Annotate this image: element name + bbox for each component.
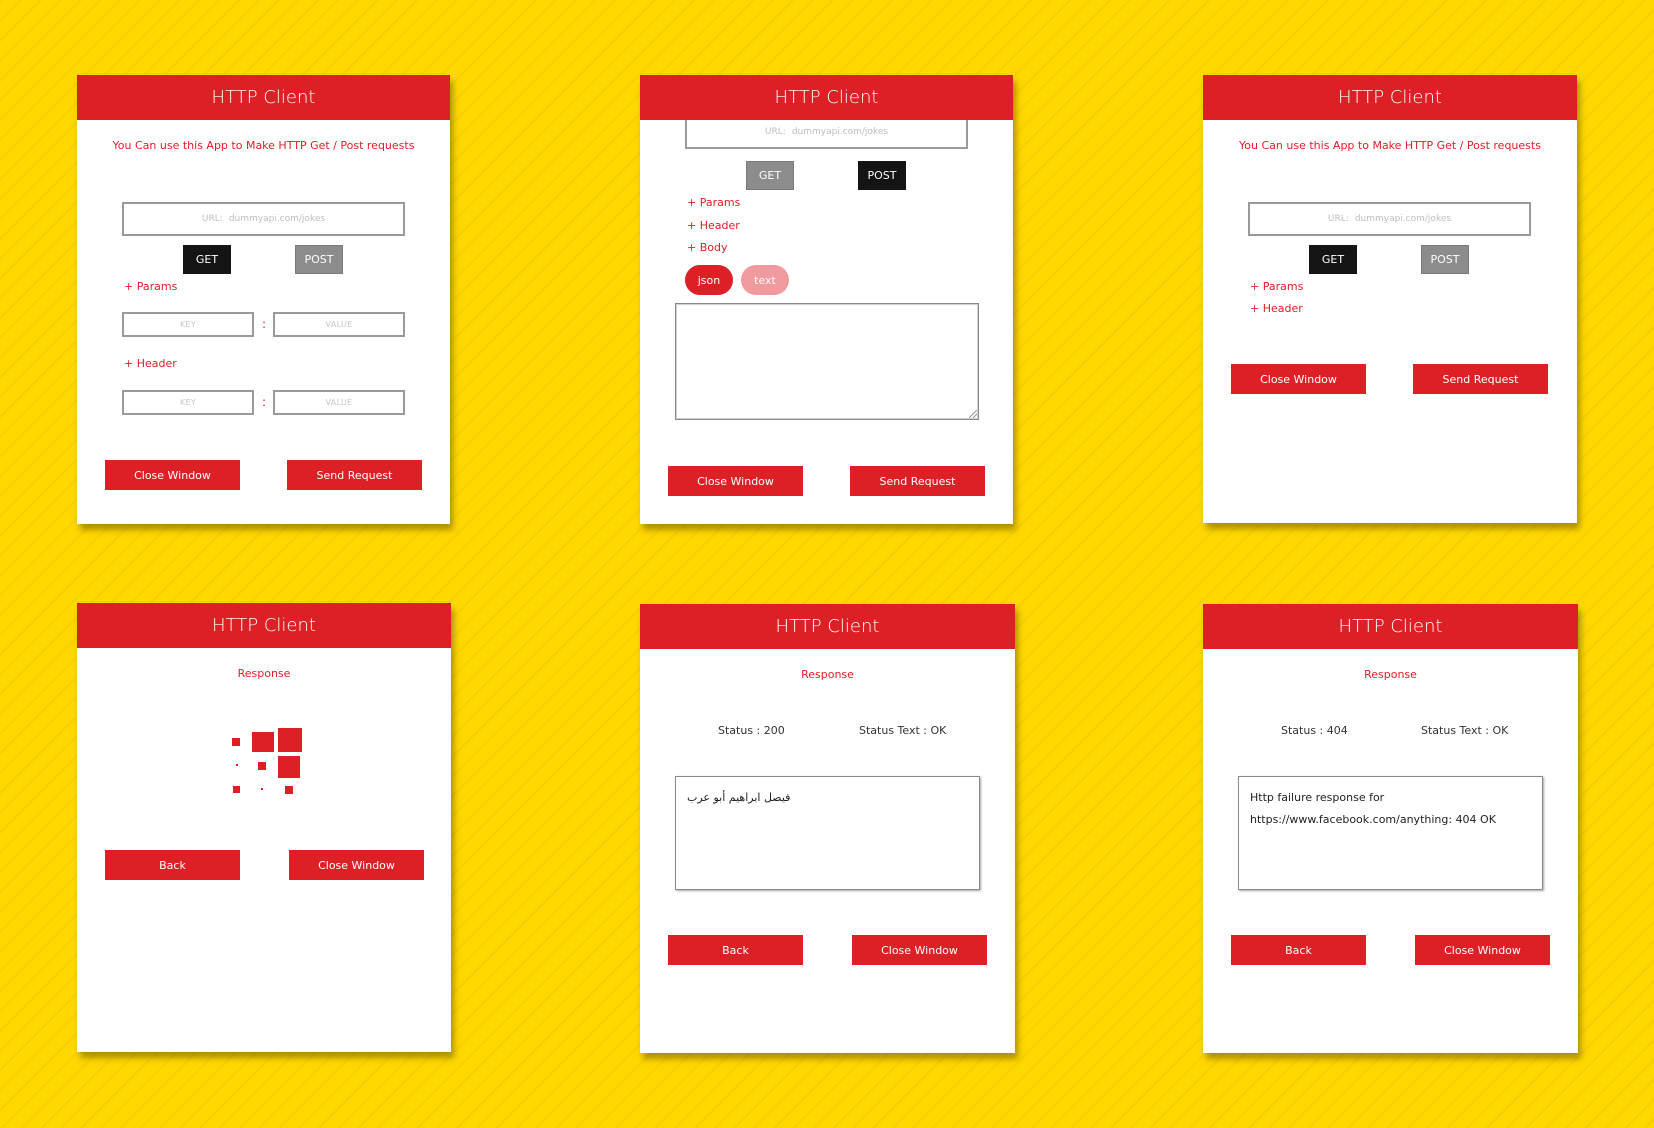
close-window-button[interactable]: Close Window [1231, 364, 1366, 394]
back-button[interactable]: Back [105, 850, 240, 880]
response-body: فيصل ابراهيم أبو عرب [675, 776, 980, 890]
resize-grip-icon[interactable] [969, 410, 977, 418]
url-placeholder-value: dummyapi.com/jokes [228, 214, 326, 224]
app-title: HTTP Client [640, 75, 1013, 120]
get-button[interactable]: GET [183, 245, 231, 274]
body-textarea[interactable] [675, 303, 979, 420]
panel-post-form: URL: dummyapi.com/jokes HTTP Client GET … [640, 75, 1013, 524]
app-title: HTTP Client [1203, 604, 1578, 649]
send-request-button[interactable]: Send Request [1413, 364, 1548, 394]
param-key-input[interactable]: KEY [122, 312, 254, 337]
url-placeholder-value: dummyapi.com/jokes [791, 127, 889, 137]
app-title: HTTP Client [640, 604, 1015, 649]
app-title: HTTP Client [77, 603, 451, 648]
url-input[interactable]: URL: dummyapi.com/jokes [122, 202, 405, 236]
post-button[interactable]: POST [295, 245, 343, 274]
status-code: Status : 200 [718, 724, 785, 737]
add-params-link[interactable]: + Params [124, 280, 177, 293]
add-params-link[interactable]: + Params [1250, 280, 1303, 293]
response-body-line1: Http failure response for [1250, 791, 1385, 804]
response-body-text: فيصل ابراهيم أبو عرب [687, 791, 791, 804]
status-text: Status Text : OK [859, 724, 947, 737]
close-window-button[interactable]: Close Window [668, 466, 803, 496]
close-window-button[interactable]: Close Window [105, 460, 240, 490]
panel-response-success: HTTP Client Response Status : 200 Status… [640, 604, 1015, 1053]
url-placeholder-label: URL: [1327, 214, 1349, 224]
header-key-input[interactable]: KEY [122, 390, 254, 415]
param-value-input[interactable]: VALUE [273, 312, 405, 337]
body-type-json[interactable]: json [685, 265, 733, 295]
panel-response-loading: HTTP Client Response Back Close Window [77, 603, 451, 1052]
url-placeholder-label: URL: [764, 127, 786, 137]
response-title: Response [237, 667, 291, 680]
header-separator: : [262, 395, 267, 409]
close-window-button[interactable]: Close Window [1415, 935, 1550, 965]
header-value-input[interactable]: VALUE [273, 390, 405, 415]
url-input[interactable]: URL: dummyapi.com/jokes [1248, 202, 1531, 236]
post-button[interactable]: POST [858, 161, 906, 190]
get-button[interactable]: GET [1309, 245, 1357, 274]
panel-get-form: HTTP Client You Can use this App to Make… [77, 75, 450, 524]
response-body-line2: https://www.facebook.com/anything: 404 O… [1250, 813, 1496, 826]
add-header-link[interactable]: + Header [687, 219, 740, 232]
panel-get-collapsed: HTTP Client You Can use this App to Make… [1203, 75, 1577, 523]
get-button[interactable]: GET [746, 161, 794, 190]
add-body-link[interactable]: + Body [687, 241, 727, 254]
close-window-button[interactable]: Close Window [289, 850, 424, 880]
loading-spinner-icon [232, 728, 304, 800]
url-placeholder-value: dummyapi.com/jokes [1354, 214, 1452, 224]
param-separator: : [262, 317, 267, 331]
status-code: Status : 404 [1281, 724, 1348, 737]
intro-text: You Can use this App to Make HTTP Get / … [112, 139, 415, 152]
add-header-link[interactable]: + Header [124, 357, 177, 370]
send-request-button[interactable]: Send Request [287, 460, 422, 490]
url-input[interactable]: URL: dummyapi.com/jokes [685, 115, 968, 149]
panel-response-failure: HTTP Client Response Status : 404 Status… [1203, 604, 1578, 1053]
back-button[interactable]: Back [1231, 935, 1366, 965]
app-title: HTTP Client [77, 75, 450, 120]
response-title: Response [1364, 668, 1417, 681]
post-button[interactable]: POST [1421, 245, 1469, 274]
close-window-button[interactable]: Close Window [852, 935, 987, 965]
send-request-button[interactable]: Send Request [850, 466, 985, 496]
add-params-link[interactable]: + Params [687, 196, 740, 209]
status-text: Status Text : OK [1421, 724, 1509, 737]
app-title: HTTP Client [1203, 75, 1577, 120]
add-header-link[interactable]: + Header [1250, 302, 1303, 315]
body-type-text[interactable]: text [741, 265, 789, 295]
url-placeholder-label: URL: [201, 214, 223, 224]
response-title: Response [801, 668, 854, 681]
response-body: Http failure response for https://www.fa… [1238, 776, 1543, 890]
back-button[interactable]: Back [668, 935, 803, 965]
intro-text: You Can use this App to Make HTTP Get / … [1239, 139, 1541, 152]
